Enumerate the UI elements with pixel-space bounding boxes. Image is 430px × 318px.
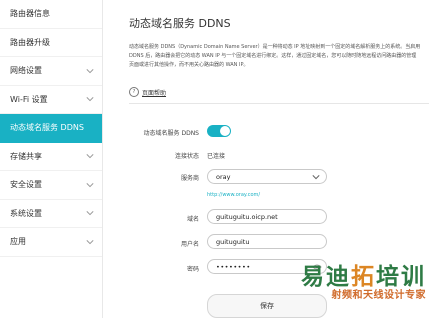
- page-help-link[interactable]: ? 页面帮助: [129, 87, 166, 97]
- sidebar-item-label: 存储共享: [10, 151, 42, 161]
- sidebar-item[interactable]: 系统设置: [0, 200, 102, 228]
- chevron-down-icon: [85, 209, 94, 218]
- page-title: 动态域名服务 DDNS: [129, 17, 231, 30]
- divider: [129, 103, 429, 104]
- sidebar: 路由器信息路由器升级网络设置 Wi-Fi 设置动态域名服务 DDNS 存储共享安全设…: [0, 0, 103, 318]
- sidebar-item-label: 安全设置: [10, 180, 42, 190]
- chevron-down-icon: [85, 237, 94, 246]
- sidebar-item[interactable]: 安全设置: [0, 171, 102, 200]
- sidebar-item[interactable]: Wi-Fi 设置: [0, 86, 102, 114]
- sidebar-item-label: 网络设置: [10, 66, 42, 76]
- main-panel: 动态域名服务 DDNS 动态域名服务 DDNS（Dynamic Domain N…: [103, 0, 430, 318]
- sidebar-item[interactable]: 路由器信息: [0, 0, 102, 29]
- username-input[interactable]: guituguitu: [207, 234, 327, 249]
- password-input[interactable]: ••••••••: [207, 259, 327, 274]
- sidebar-item-label: 系统设置: [10, 208, 42, 218]
- save-button[interactable]: 保存: [207, 294, 327, 318]
- username-value: guituguitu: [216, 237, 250, 246]
- sidebar-item[interactable]: 网络设置: [0, 57, 102, 86]
- ddns-toggle-label: 动态域名服务 DDNS: [143, 130, 199, 137]
- chevron-down-icon: [312, 175, 320, 180]
- sidebar-item[interactable]: 应用: [0, 228, 102, 257]
- status-value: 已连接: [207, 153, 226, 160]
- chevron-down-icon: [85, 95, 94, 104]
- status-label: 连接状态: [174, 153, 199, 160]
- page-description: 动态域名服务 DDNS（Dynamic Domain Name Server）是…: [129, 44, 421, 68]
- chevron-down-icon: [85, 152, 94, 161]
- chevron-down-icon: [85, 66, 94, 75]
- eye-icon[interactable]: [312, 263, 322, 271]
- domain-value: guituguitu.oicp.net: [216, 212, 278, 221]
- sidebar-item-label: 应用: [10, 237, 26, 247]
- provider-select[interactable]: oray: [207, 169, 327, 184]
- sidebar-item-label: Wi-Fi 设置: [10, 94, 48, 104]
- provider-link[interactable]: http://www.oray.com/: [207, 192, 260, 198]
- sidebar-item[interactable]: 存储共享: [0, 143, 102, 171]
- sidebar-item-label: 路由器信息: [10, 9, 50, 19]
- provider-selected-value: oray: [216, 172, 231, 181]
- domain-label: 域名: [186, 216, 199, 223]
- page-help-label: 页面帮助: [142, 89, 167, 97]
- username-label: 用户名: [180, 241, 199, 248]
- sidebar-item-label: 动态域名服务 DDNS: [10, 123, 84, 133]
- sidebar-item[interactable]: 动态域名服务 DDNS: [0, 114, 102, 143]
- domain-input[interactable]: guituguitu.oicp.net: [207, 209, 327, 224]
- chevron-down-icon: [85, 180, 94, 189]
- question-icon: ?: [129, 87, 139, 97]
- password-label: 密码: [186, 266, 199, 273]
- password-value: ••••••••: [216, 262, 251, 271]
- toggle-knob: [220, 126, 230, 136]
- sidebar-item-label: 路由器升级: [10, 37, 50, 47]
- sidebar-item[interactable]: 路由器升级: [0, 29, 102, 57]
- ddns-toggle[interactable]: [207, 125, 231, 137]
- provider-label: 服务商: [180, 175, 199, 182]
